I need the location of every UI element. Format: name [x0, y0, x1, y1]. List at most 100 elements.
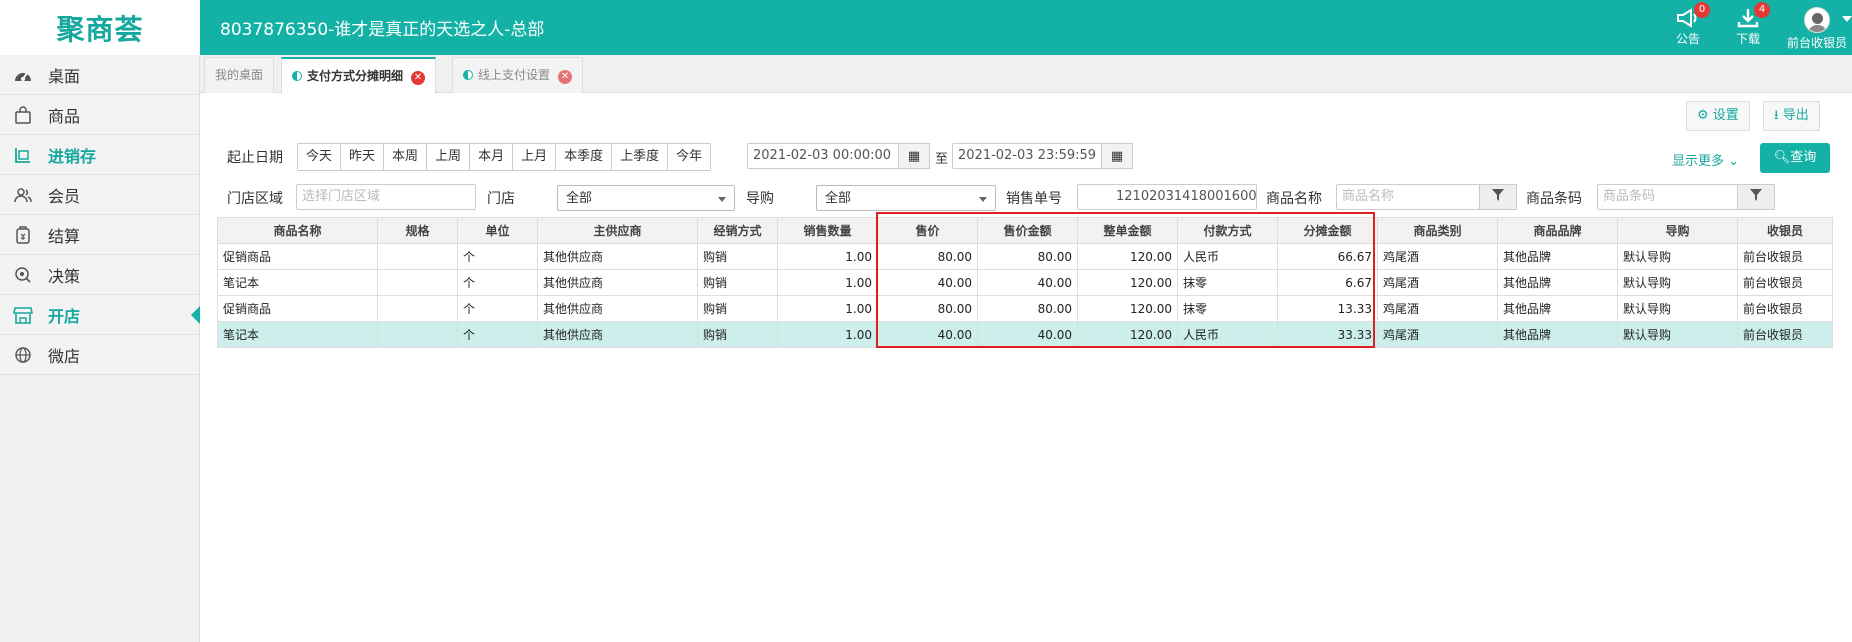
start-date-picker[interactable]: ▦ — [898, 143, 930, 169]
sidebar-item-inventory[interactable]: 进销存 — [0, 135, 199, 175]
settings-button[interactable]: ⚙ 设置 — [1686, 101, 1750, 131]
store-region-input[interactable]: 选择门店区域 — [296, 184, 476, 210]
half-circle-icon — [463, 70, 473, 80]
column-header[interactable]: 商品品牌 — [1497, 217, 1618, 244]
members-icon — [12, 184, 34, 206]
barcode-label: 商品条码 — [1526, 191, 1582, 207]
product-name-filter-button[interactable] — [1479, 184, 1517, 210]
close-icon[interactable]: ✕ — [558, 70, 573, 84]
store-icon — [12, 304, 34, 326]
column-header[interactable]: 商品类别 — [1377, 217, 1498, 244]
cell-unit: 个 — [457, 295, 538, 322]
cell-spec — [377, 243, 458, 270]
notice-button[interactable]: 0 公告 — [1658, 2, 1718, 52]
sidebar-item-members[interactable]: 会员 — [0, 175, 199, 215]
calendar-icon: ▦ — [907, 148, 921, 164]
sidebar-item-label: 结算 — [48, 226, 81, 246]
query-button[interactable]: 🔍︎查询 — [1760, 143, 1830, 173]
column-header[interactable]: 售价金额 — [977, 217, 1078, 244]
table-row[interactable]: 促销商品 个 其他供应商 购销 1.00 80.00 80.00 120.00 … — [217, 295, 1833, 322]
show-more-toggle[interactable]: 显示更多 ⌄ — [1672, 150, 1739, 169]
download-button[interactable]: 4 下载 — [1718, 2, 1778, 52]
column-header[interactable]: 收银员 — [1737, 217, 1833, 244]
table-row[interactable]: 促销商品 个 其他供应商 购销 1.00 80.00 80.00 120.00 … — [217, 243, 1833, 270]
table-row-selected[interactable]: 笔记本 个 其他供应商 购销 1.00 40.00 40.00 120.00 人… — [217, 321, 1833, 348]
cell-price: 80.00 — [877, 295, 978, 322]
cell-spec — [377, 269, 458, 296]
sidebar-item-desktop[interactable]: 桌面 — [0, 55, 199, 95]
sidebar-item-label: 会员 — [48, 186, 81, 206]
table-row[interactable]: 笔记本 个 其他供应商 购销 1.00 40.00 40.00 120.00 抹… — [217, 269, 1833, 296]
cell-brand: 其他品牌 — [1497, 321, 1618, 348]
guide-label: 导购 — [746, 191, 774, 207]
cell-order-total: 120.00 — [1077, 269, 1178, 296]
tab-payment-split-detail[interactable]: 支付方式分摊明细 ✕ — [281, 57, 437, 94]
quick-date-this-week[interactable]: 本周 — [384, 144, 428, 170]
product-name-input[interactable]: 商品名称 — [1336, 184, 1480, 210]
user-menu[interactable]: 前台收银员 — [1782, 4, 1852, 52]
column-header[interactable]: 主供应商 — [537, 217, 698, 244]
notice-badge: 0 — [1694, 2, 1710, 18]
column-header[interactable]: 付款方式 — [1177, 217, 1278, 244]
funnel-icon — [1750, 189, 1762, 205]
column-header[interactable]: 销售数量 — [777, 217, 878, 244]
sidebar-item-products[interactable]: 商品 — [0, 95, 199, 135]
barcode-input[interactable]: 商品条码 — [1597, 184, 1757, 210]
column-header[interactable]: 售价 — [877, 217, 978, 244]
column-header[interactable]: 单位 — [457, 217, 538, 244]
tab-my-desktop[interactable]: 我的桌面 — [204, 57, 275, 93]
column-header[interactable]: 经销方式 — [697, 217, 778, 244]
column-header[interactable]: 商品名称 — [217, 217, 378, 244]
sidebar-item-settlement[interactable]: 结算 — [0, 215, 199, 255]
quick-date-last-week[interactable]: 上周 — [427, 144, 471, 170]
end-date-input[interactable]: 2021-02-03 23:59:59 — [952, 143, 1102, 169]
cell-product-name: 促销商品 — [217, 295, 378, 322]
cell-cashier: 前台收银员 — [1737, 295, 1833, 322]
barcode-filter-button[interactable] — [1737, 184, 1775, 210]
quick-date-last-month[interactable]: 上月 — [513, 144, 557, 170]
quick-date-last-quarter[interactable]: 上季度 — [612, 144, 669, 170]
top-bar: 聚商荟 8037876350-谁才是真正的天选之人-总部 0 公告 4 下载 前… — [0, 0, 1852, 55]
close-icon[interactable]: ✕ — [411, 71, 426, 85]
export-button[interactable]: ⭳ 导出 — [1763, 101, 1820, 131]
cell-sales-mode: 购销 — [697, 295, 778, 322]
show-more-label: 显示更多 — [1672, 154, 1725, 169]
cell-category: 鸡尾酒 — [1377, 269, 1498, 296]
quick-date-this-quarter[interactable]: 本季度 — [556, 144, 613, 170]
column-header[interactable]: 导购 — [1617, 217, 1738, 244]
start-date-input[interactable]: 2021-02-03 00:00:00 — [747, 143, 899, 169]
cell-sales-mode: 购销 — [697, 243, 778, 270]
sidebar-item-micro-store[interactable]: 微店 — [0, 335, 199, 375]
column-header[interactable]: 整单金额 — [1077, 217, 1178, 244]
guide-select[interactable]: 全部 — [816, 185, 996, 211]
order-number-input[interactable]: 12102031418001600 — [1077, 184, 1257, 210]
cell-spec — [377, 321, 458, 348]
column-header[interactable]: 规格 — [377, 217, 458, 244]
store-select[interactable]: 全部 — [557, 185, 735, 211]
date-range-label: 起止日期 — [227, 150, 283, 166]
cell-cashier: 前台收银员 — [1737, 243, 1833, 270]
cell-brand: 其他品牌 — [1497, 269, 1618, 296]
shopping-bag-icon — [12, 104, 34, 126]
inventory-icon — [12, 144, 34, 166]
sidebar-item-open-store[interactable]: 开店 — [0, 295, 200, 335]
cell-sales-mode: 购销 — [697, 269, 778, 296]
calendar-icon: ▦ — [1110, 148, 1124, 164]
end-date-picker[interactable]: ▦ — [1101, 143, 1133, 169]
app-title: 8037876350-谁才是真正的天选之人-总部 — [220, 20, 545, 40]
quick-date-this-month[interactable]: 本月 — [470, 144, 514, 170]
column-header[interactable]: 分摊金额 — [1277, 217, 1378, 244]
tab-online-payment-settings[interactable]: 线上支付设置 ✕ — [452, 57, 584, 93]
sidebar-item-decision[interactable]: 决策 — [0, 255, 199, 295]
quick-date-yesterday[interactable]: 昨天 — [341, 144, 385, 170]
funnel-icon — [1492, 189, 1504, 205]
cell-product-name: 促销商品 — [217, 243, 378, 270]
store-label: 门店 — [487, 191, 515, 207]
quick-date-this-year[interactable]: 今年 — [668, 144, 711, 170]
store-region-label: 门店区域 — [227, 191, 283, 207]
cell-category: 鸡尾酒 — [1377, 321, 1498, 348]
export-label: 导出 — [1782, 108, 1809, 123]
to-label: 至 — [935, 152, 949, 167]
quick-date-today[interactable]: 今天 — [298, 144, 342, 170]
export-icon: ⭳ — [1774, 108, 1779, 123]
